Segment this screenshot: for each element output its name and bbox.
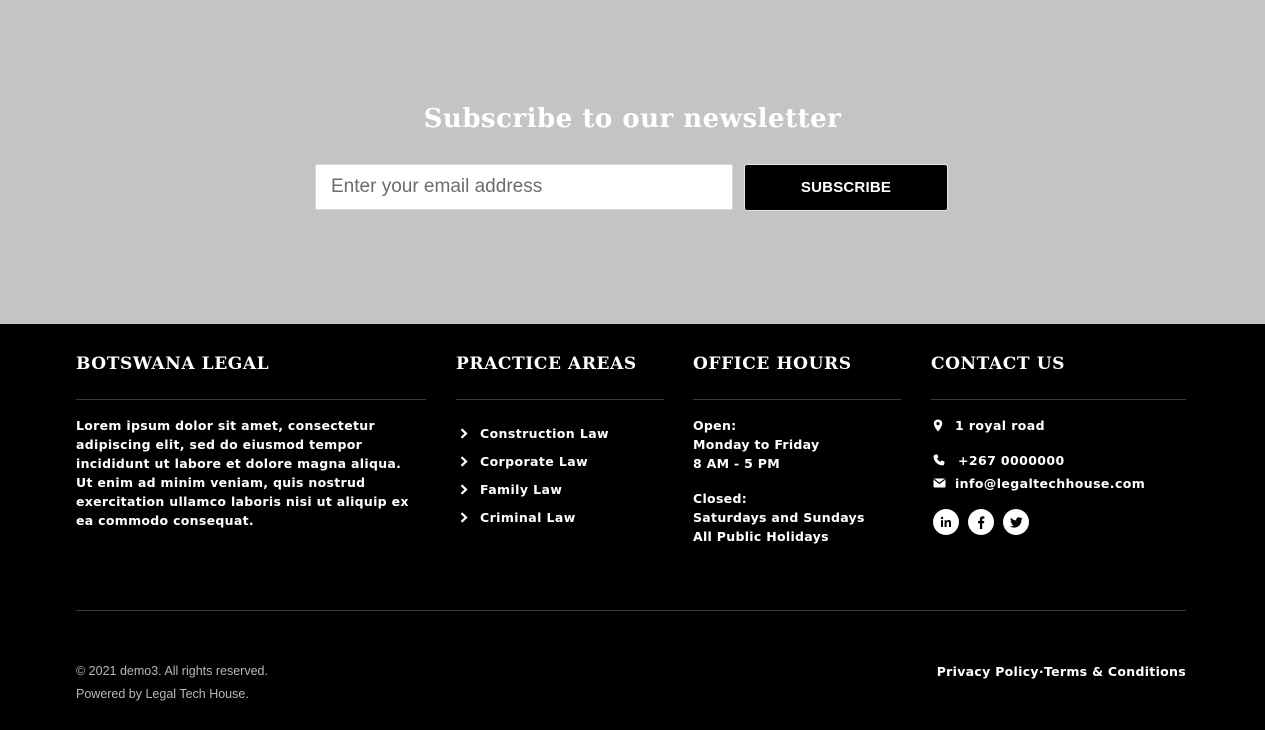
hours-divider [693, 399, 901, 400]
email-text[interactable]: info@legaltechhouse.com [955, 476, 1145, 491]
closed-holidays: All Public Holidays [693, 529, 829, 544]
practice-item[interactable]: Criminal Law [456, 503, 609, 531]
closed-hours: Closed: Saturdays and Sundays All Public… [693, 489, 901, 546]
site-footer: BOTSWANA LEGAL Lorem ipsum dolor sit ame… [0, 324, 1265, 730]
footer-divider [76, 610, 1186, 611]
contact-title: CONTACT US [931, 354, 1065, 374]
subscribe-button[interactable]: SUBSCRIBE [744, 164, 948, 211]
practice-item[interactable]: Construction Law [456, 419, 609, 447]
practice-item[interactable]: Family Law [456, 475, 609, 503]
address-row: 1 royal road [931, 415, 1045, 435]
about-divider [76, 399, 426, 400]
phone-text[interactable]: +267 0000000 [958, 453, 1065, 468]
legal-links: Privacy Policy·Terms & Conditions [937, 660, 1186, 683]
open-days: Monday to Friday [693, 437, 820, 452]
practice-divider [456, 399, 664, 400]
chevron-right-icon [456, 419, 480, 447]
open-hours: Open: Monday to Friday 8 AM - 5 PM [693, 416, 901, 473]
chevron-right-icon [456, 447, 480, 475]
twitter-icon[interactable] [1003, 509, 1029, 535]
practice-link-construction[interactable]: Construction Law [480, 426, 609, 441]
social-links [933, 509, 1029, 535]
copyright-text: © 2021 demo3. All rights reserved. [76, 664, 268, 678]
terms-link[interactable]: Terms & Conditions [1044, 664, 1186, 679]
envelope-icon [931, 478, 955, 488]
address-text: 1 royal road [955, 417, 1045, 433]
about-title: BOTSWANA LEGAL [76, 354, 270, 374]
chevron-right-icon [456, 503, 480, 531]
map-pin-icon [931, 419, 955, 432]
chevron-right-icon [456, 475, 480, 503]
email-input[interactable] [315, 164, 733, 210]
practice-item[interactable]: Corporate Law [456, 447, 609, 475]
linkedin-icon[interactable] [933, 509, 959, 535]
practice-title: PRACTICE AREAS [456, 354, 637, 374]
about-text: Lorem ipsum dolor sit amet, consectetur … [76, 418, 409, 528]
contact-divider [931, 399, 1186, 400]
facebook-icon[interactable] [968, 509, 994, 535]
closed-days: Saturdays and Sundays [693, 510, 865, 525]
hours-title: OFFICE HOURS [693, 354, 852, 374]
open-label: Open: [693, 418, 737, 433]
phone-row[interactable]: +267 0000000 [931, 450, 1065, 470]
open-times: 8 AM - 5 PM [693, 456, 781, 471]
email-row[interactable]: info@legaltechhouse.com [931, 473, 1145, 493]
privacy-policy-link[interactable]: Privacy Policy [937, 664, 1039, 679]
powered-by-text: Powered by Legal Tech House. [76, 687, 249, 701]
newsletter-title: Subscribe to our newsletter [423, 104, 842, 134]
phone-icon [931, 454, 958, 466]
copyright-block: © 2021 demo3. All rights reserved. Power… [76, 660, 268, 706]
practice-link-criminal[interactable]: Criminal Law [480, 510, 576, 525]
practice-link-corporate[interactable]: Corporate Law [480, 454, 588, 469]
newsletter-section: Subscribe to our newsletter SUBSCRIBE [0, 0, 1265, 324]
practice-list: Construction Law Corporate Law Family La… [456, 419, 609, 531]
practice-link-family[interactable]: Family Law [480, 482, 562, 497]
closed-label: Closed: [693, 491, 748, 506]
